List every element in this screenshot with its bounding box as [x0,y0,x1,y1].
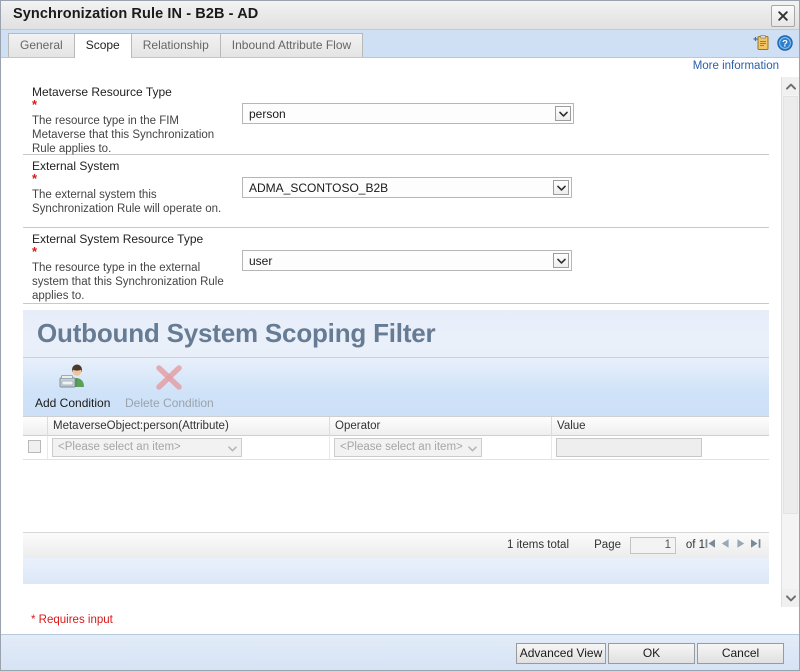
grid-header-row: MetaverseObject:person(Attribute) Operat… [23,417,769,436]
toolbar-label: Add Condition [35,396,110,410]
field-label: External System [32,159,119,173]
metaverse-resource-type-dropdown[interactable]: person [242,103,574,124]
required-marker: * [32,100,37,110]
field-metaverse-resource-type: Metaverse Resource Type * The resource t… [23,81,769,155]
last-page-icon[interactable] [750,538,761,549]
required-marker: * [32,174,37,184]
first-page-icon[interactable] [705,538,716,549]
title-bar: Synchronization Rule IN - B2B - AD [1,1,800,30]
outbound-system-scoping-filter-panel: Outbound System Scoping Filter [23,310,769,590]
tab-scope[interactable]: Scope [74,33,132,58]
panel-title: Outbound System Scoping Filter [37,318,435,349]
close-icon [778,11,788,21]
select-all-header [23,417,47,436]
tab-inbound-attribute-flow[interactable]: Inbound Attribute Flow [220,33,363,57]
chevron-down-icon[interactable] [553,253,569,268]
items-total-label: 1 items total [507,539,569,551]
chevron-down-icon [228,443,237,455]
chevron-down-icon [786,595,796,602]
field-description: The external system this Synchronization… [32,188,232,216]
svg-text:?: ? [782,39,788,50]
chevron-down-icon[interactable] [555,106,571,121]
operator-dropdown: <Please select an item> [334,438,482,457]
row-select-cell [23,436,47,459]
content-scrollbar[interactable] [781,77,799,607]
value-input [556,438,702,457]
dropdown-placeholder: <Please select an item> [340,441,463,453]
window-title: Synchronization Rule IN - B2B - AD [13,6,258,22]
field-description: The resource type in the FIM Metaverse t… [32,114,232,156]
tab-general[interactable]: General [8,33,75,57]
add-condition-button[interactable]: Add Condition [35,361,110,410]
scope-tab-content: Metaverse Resource Type * The resource t… [1,77,783,607]
help-icon[interactable]: ? [777,35,793,51]
chevron-down-icon [468,443,477,455]
panel-footer-strip [23,558,769,584]
requires-input-note: * Requires input [31,614,113,626]
ok-button[interactable]: OK [608,643,695,664]
scroll-down-button[interactable] [782,589,799,607]
attribute-dropdown: <Please select an item> [52,438,242,457]
row-attribute-cell: <Please select an item> [47,436,329,459]
chevron-down-icon[interactable] [553,180,569,195]
dropdown-placeholder: <Please select an item> [58,441,181,453]
info-bar: More information [1,58,800,77]
row-checkbox[interactable] [28,440,41,453]
field-label: External System Resource Type [32,232,203,246]
column-header-attribute[interactable]: MetaverseObject:person(Attribute) [47,417,329,436]
external-system-dropdown[interactable]: ADMA_SCONTOSO_B2B [242,177,572,198]
advanced-view-button[interactable]: Advanced View [516,643,606,664]
dropdown-value: ADMA_SCONTOSO_B2B [249,181,388,195]
synchronization-rule-dialog: Synchronization Rule IN - B2B - AD Gener… [0,0,800,671]
column-header-value[interactable]: Value [551,417,769,436]
panel-header: Outbound System Scoping Filter [23,310,769,358]
add-to-clipboard-icon[interactable] [752,35,770,51]
tab-strip: General Scope Relationship Inbound Attri… [1,30,800,58]
field-description: The resource type in the external system… [32,261,232,303]
field-external-system-resource-type: External System Resource Type * The reso… [23,228,769,304]
chevron-up-icon [786,83,796,90]
previous-page-icon[interactable] [720,538,731,549]
scrollbar-thumb[interactable] [783,96,798,514]
add-user-icon [57,361,89,394]
table-row: <Please select an item> <Please select a… [23,436,769,460]
field-external-system: External System * The external system th… [23,155,769,228]
row-operator-cell: <Please select an item> [329,436,551,459]
cancel-button[interactable]: Cancel [697,643,784,664]
scroll-up-button[interactable] [782,77,799,95]
page-label: Page [594,539,621,551]
page-of-label: of 1 [686,539,705,551]
conditions-grid: MetaverseObject:person(Attribute) Operat… [23,416,769,558]
row-value-cell [551,436,769,459]
tab-relationship[interactable]: Relationship [131,33,221,57]
tab-strip-icons: ? [752,35,793,51]
panel-toolbar: Add Condition Delete Condition [23,358,769,416]
toolbar-label: Delete Condition [125,396,214,410]
next-page-icon[interactable] [735,538,746,549]
external-system-resource-type-dropdown[interactable]: user [242,250,572,271]
grid-pager: 1 items total Page 1 of 1 [23,532,769,558]
dialog-footer: Advanced View OK Cancel [1,634,800,670]
page-number-input[interactable]: 1 [630,537,676,554]
dropdown-value: person [249,107,286,121]
more-information-link[interactable]: More information [693,60,779,72]
dropdown-value: user [249,254,272,268]
close-button[interactable] [771,5,795,27]
delete-condition-button: Delete Condition [125,361,214,410]
column-header-operator[interactable]: Operator [329,417,551,436]
required-marker: * [32,247,37,257]
field-label: Metaverse Resource Type [32,85,172,99]
delete-x-icon [153,361,185,394]
